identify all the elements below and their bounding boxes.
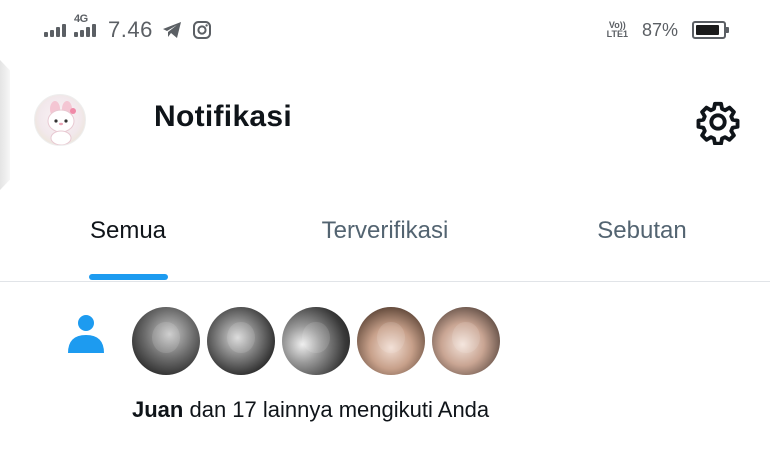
signal-icon [44,23,66,37]
avatar-illustration [47,101,76,145]
settings-button[interactable] [694,98,742,146]
clock: 7.46 [108,17,153,42]
tab-semua[interactable]: Semua [60,180,196,281]
volte-label-bottom: LTE1 [606,29,628,39]
status-bar-left: 4G 7.46 [44,13,213,46]
battery-icon [692,21,729,39]
gear-icon [696,101,740,145]
notification-user[interactable]: Juan [132,397,183,422]
battery-level [696,25,719,35]
active-tab-indicator [89,274,168,280]
follower-avatar[interactable] [282,307,350,375]
signal-icon-4g: 4G [74,13,96,37]
notification-message: dan 17 lainnya mengikuti Anda [189,397,490,422]
app-header: Notifikasi [0,62,770,180]
telegram-icon [161,19,183,41]
status-bar-right: Vo)) LTE1 87% [607,14,729,46]
notification-item[interactable]: Juan dan 17 lainnya mengikuti Anda [0,283,770,461]
tab-sebutan[interactable]: Sebutan [560,180,724,281]
follower-avatar[interactable] [207,307,275,375]
instagram-icon [191,19,213,41]
status-bar: 4G 7.46 Vo)) LTE1 87% [0,0,770,62]
person-icon [64,311,108,355]
tab-terverifikasi[interactable]: Terverifikasi [290,180,480,281]
battery-percent: 87% [641,19,678,40]
profile-avatar[interactable] [34,94,86,146]
notification-tabs: Semua Terverifikasi Sebutan [0,180,770,282]
volte-icon: Vo)) LTE1 [607,21,628,39]
page-title: Notifikasi [154,100,293,133]
follower-avatars [132,307,500,375]
follower-avatar[interactable] [432,307,500,375]
follower-avatar[interactable] [357,307,425,375]
follower-avatar[interactable] [132,307,200,375]
notification-text: Juan dan 17 lainnya mengikuti Anda [132,397,489,423]
network-type-label: 4G [74,13,88,25]
